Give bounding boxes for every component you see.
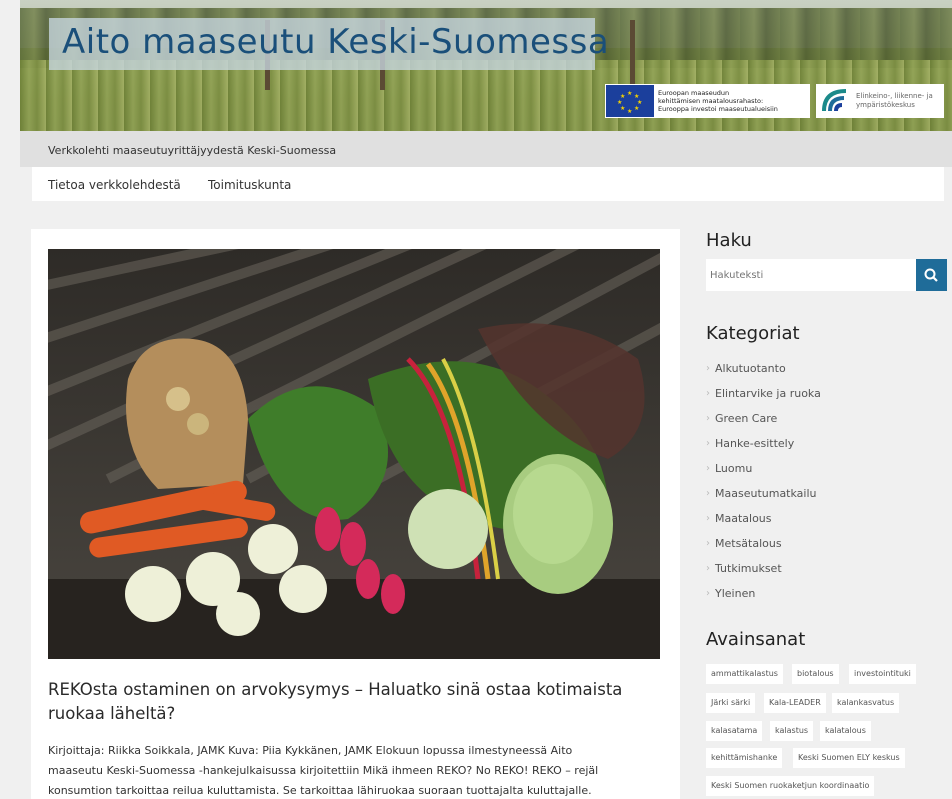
site-tagline: Verkkolehti maaseutuyrittäjyydestä Keski…: [48, 144, 337, 157]
chevron-right-icon: ›: [706, 563, 710, 574]
nav-item-tietoa[interactable]: Tietoa verkkolehdestä: [48, 178, 181, 192]
eu-logo-line: Euroopan maaseudun: [658, 89, 730, 97]
tag-link[interactable]: kalankasvatus: [832, 693, 900, 713]
category-label: Alkutuotanto: [715, 362, 786, 375]
article-title[interactable]: REKOsta ostaminen on arvokysymys – Halua…: [48, 678, 658, 726]
category-item[interactable]: › Green Care: [706, 406, 821, 431]
tag-link[interactable]: biotalous: [792, 664, 839, 684]
chevron-right-icon: ›: [706, 438, 710, 449]
category-item[interactable]: › Tutkimukset: [706, 556, 821, 581]
search-icon: [924, 268, 938, 282]
tag-link[interactable]: Keski Suomen ruokaketjun koordinaatio: [706, 776, 875, 796]
category-item[interactable]: › Luomu: [706, 456, 821, 481]
eu-logo-line: kehittämisen maatalousrahasto:: [658, 97, 764, 105]
search-button[interactable]: [916, 259, 947, 291]
category-label: Hanke-esittely: [715, 437, 795, 450]
tag-link[interactable]: Keski Suomen ELY keskus: [793, 748, 905, 768]
categories-heading: Kategoriat: [706, 323, 800, 344]
category-item[interactable]: › Hanke-esittely: [706, 431, 821, 456]
banner-field: [20, 60, 952, 131]
article-image[interactable]: [48, 249, 660, 659]
ely-logo: Elinkeino-, liikenne- ja ympäristökeskus: [816, 84, 944, 118]
vegetables-photo: [48, 249, 660, 659]
tag-link[interactable]: kalasatama: [706, 721, 763, 741]
article-excerpt: Kirjoittaja: Riikka Soikkala, JAMK Kuva:…: [48, 741, 660, 799]
chevron-right-icon: ›: [706, 413, 710, 424]
nav-item-toimituskunta[interactable]: Toimituskunta: [208, 178, 291, 192]
fence-post: [630, 20, 635, 90]
chevron-right-icon: ›: [706, 363, 710, 374]
ely-logo-line: ympäristökeskus: [856, 101, 915, 109]
eu-logo-text: Euroopan maaseudun kehittämisen maatalou…: [658, 89, 778, 113]
category-item[interactable]: › Yleinen: [706, 581, 821, 606]
eu-flag-icon: ★ ★ ★ ★ ★ ★ ★ ★: [606, 85, 654, 117]
chevron-right-icon: ›: [706, 588, 710, 599]
category-item[interactable]: › Elintarvike ja ruoka: [706, 381, 821, 406]
ely-logo-text: Elinkeino-, liikenne- ja ympäristökeskus: [856, 92, 933, 110]
chevron-right-icon: ›: [706, 388, 710, 399]
category-label: Maaseutumatkailu: [715, 487, 817, 500]
excerpt-line: Kirjoittaja: Riikka Soikkala, JAMK Kuva:…: [48, 744, 573, 757]
category-item[interactable]: › Maaseutumatkailu: [706, 481, 821, 506]
search-heading: Haku: [706, 230, 752, 251]
category-item[interactable]: › Metsätalous: [706, 531, 821, 556]
tag-link[interactable]: investointituki: [849, 664, 916, 684]
category-label: Maatalous: [715, 512, 772, 525]
ely-mark-icon: [822, 89, 847, 112]
tag-link[interactable]: kehittämishanke: [706, 748, 783, 768]
site-title[interactable]: Aito maaseutu Keski-Suomessa: [62, 22, 609, 62]
category-label: Luomu: [715, 462, 753, 475]
category-label: Elintarvike ja ruoka: [715, 387, 821, 400]
category-label: Yleinen: [715, 587, 756, 600]
category-label: Tutkimukset: [715, 562, 782, 575]
category-item[interactable]: › Alkutuotanto: [706, 356, 821, 381]
category-item[interactable]: › Maatalous: [706, 506, 821, 531]
category-label: Metsätalous: [715, 537, 782, 550]
chevron-right-icon: ›: [706, 538, 710, 549]
tag-link[interactable]: Järki särki: [706, 693, 756, 713]
eu-logo: ★ ★ ★ ★ ★ ★ ★ ★ Euroopan maaseudun kehittämi…: [605, 84, 810, 118]
chevron-right-icon: ›: [706, 488, 710, 499]
tag-link[interactable]: kalatalous: [820, 721, 871, 741]
eu-logo-line: Eurooppa investoi maaseutualueisiin: [658, 105, 778, 113]
excerpt-line: konsumtion tarkoittaa reilua kuluttamist…: [48, 784, 592, 797]
tag-link[interactable]: kalastus: [770, 721, 814, 741]
ely-logo-line: Elinkeino-, liikenne- ja: [856, 92, 933, 100]
search-input[interactable]: [706, 259, 916, 291]
chevron-right-icon: ›: [706, 513, 710, 524]
tags-heading: Avainsanat: [706, 629, 806, 650]
tag-link[interactable]: Kala-LEADER: [764, 693, 826, 713]
category-label: Green Care: [715, 412, 778, 425]
excerpt-line: maaseutu Keski-Suomessa -hankejulkaisuss…: [48, 764, 599, 777]
chevron-right-icon: ›: [706, 463, 710, 474]
tag-link[interactable]: ammattikalastus: [706, 664, 783, 684]
category-list: › Alkutuotanto › Elintarvike ja ruoka › Gre…: [706, 356, 821, 606]
